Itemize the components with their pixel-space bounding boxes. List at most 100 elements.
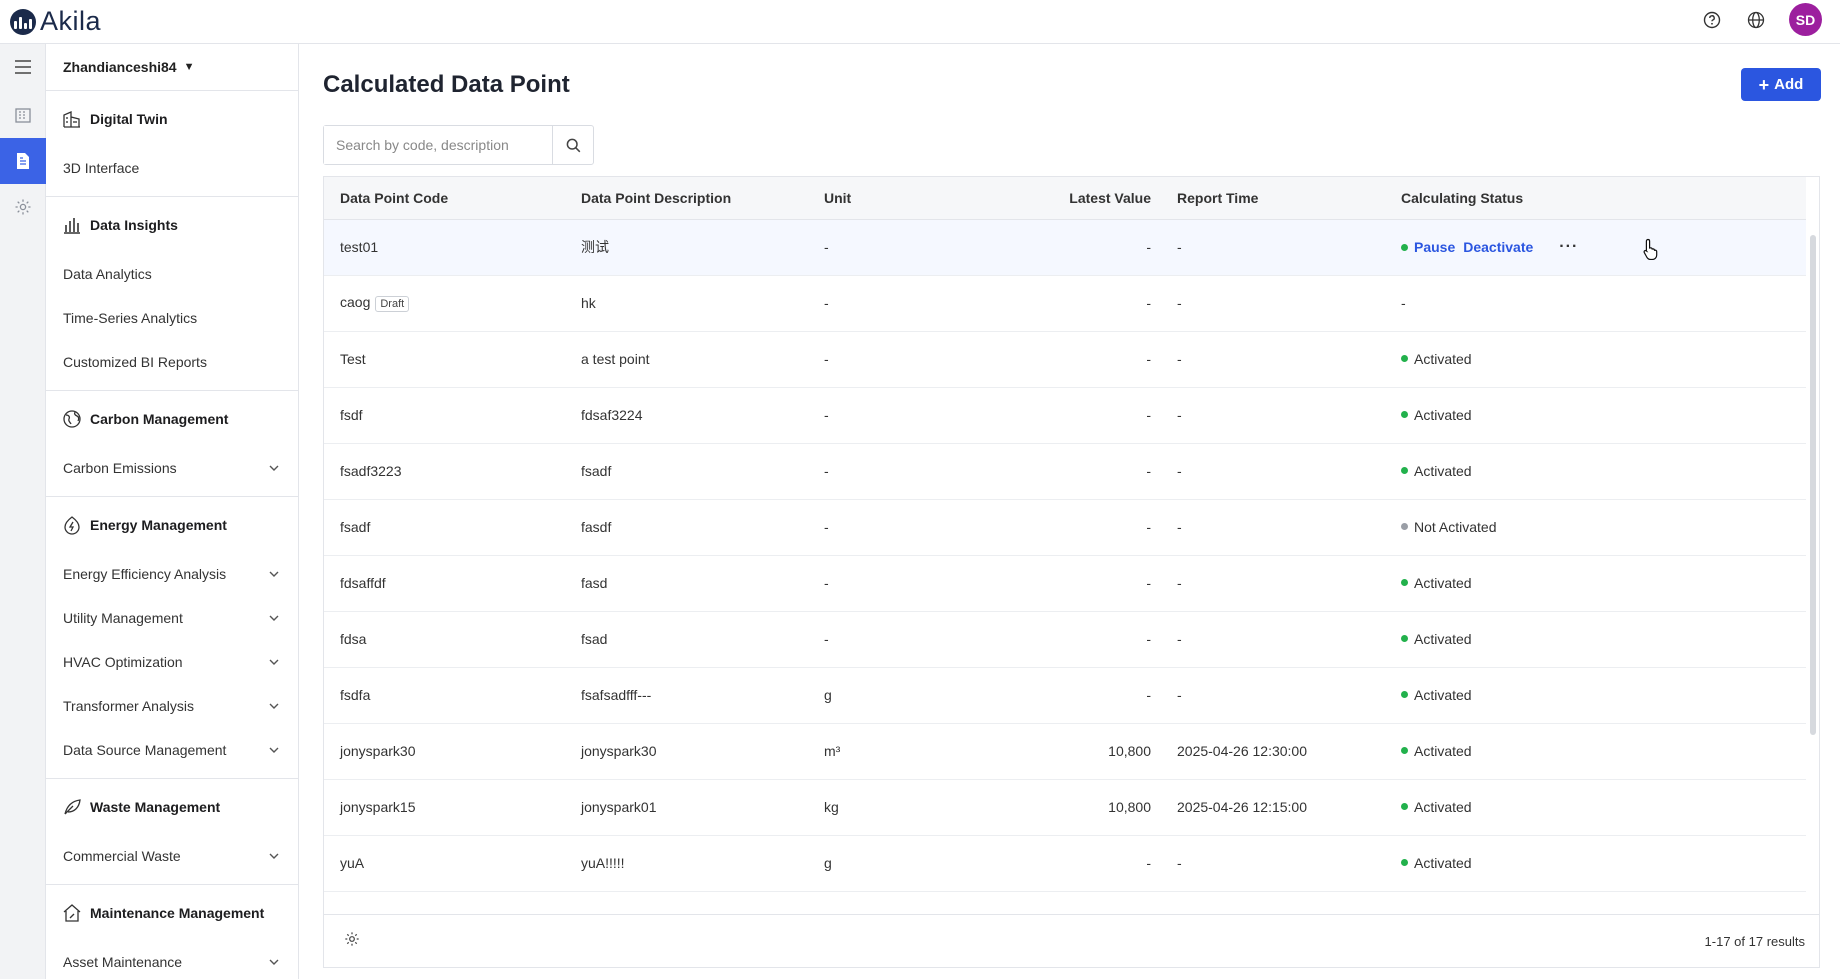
cell-description: fsadf bbox=[581, 443, 824, 500]
cell-latest-value: - bbox=[984, 667, 1177, 724]
cell-latest-value: - bbox=[984, 331, 1177, 388]
cell-status: - bbox=[1401, 275, 1806, 332]
cell-description: fdsaf3224 bbox=[581, 387, 824, 444]
cell-status: Not Activated bbox=[1401, 499, 1806, 556]
code-text: jonyspark15 bbox=[340, 799, 416, 815]
leaf-icon bbox=[62, 797, 90, 817]
sidebar-section-label: Digital Twin bbox=[90, 110, 168, 127]
sidebar-item[interactable]: 3D Interface bbox=[46, 146, 298, 190]
search-input[interactable] bbox=[324, 126, 552, 164]
sidebar-item[interactable]: Customized BI Reports bbox=[46, 340, 298, 384]
search-icon[interactable] bbox=[552, 126, 593, 164]
cell-report-time: - bbox=[1177, 443, 1401, 500]
sidebar-item-label: Asset Maintenance bbox=[63, 954, 183, 970]
code-text: fsdfa bbox=[340, 687, 371, 703]
chevron-down-icon bbox=[269, 959, 279, 965]
sidebar-item[interactable]: Data Analytics bbox=[46, 252, 298, 296]
code-text: jonyspark30 bbox=[340, 743, 416, 759]
col-header-description[interactable]: Data Point Description bbox=[581, 177, 824, 220]
table-row[interactable]: fdsa fsad - - - Activated bbox=[324, 611, 1806, 668]
sidebar-item[interactable]: Data Source Management bbox=[46, 728, 298, 772]
sidebar-item[interactable]: Commercial Waste bbox=[46, 834, 298, 878]
table-row[interactable]: Test a test point - - - Activated bbox=[324, 331, 1806, 388]
cell-unit: - bbox=[824, 275, 984, 332]
cell-unit: - bbox=[824, 499, 984, 556]
cell-code: jonyspark30 bbox=[324, 723, 581, 780]
status-dot bbox=[1401, 635, 1408, 642]
table-scrollbar[interactable] bbox=[1810, 235, 1816, 735]
cell-description: fsafsadfff--- bbox=[581, 667, 824, 724]
cell-code: fsdfa bbox=[324, 667, 581, 724]
sidebar-section-label: Carbon Management bbox=[90, 410, 229, 427]
add-button[interactable]: + Add bbox=[1741, 68, 1821, 101]
deactivate-link[interactable]: Deactivate bbox=[1463, 239, 1533, 255]
document-nav-icon[interactable] bbox=[0, 138, 46, 184]
sidebar-item[interactable]: Carbon Emissions bbox=[46, 446, 298, 490]
status-dot bbox=[1401, 579, 1408, 586]
sidebar-item[interactable]: Time-Series Analytics bbox=[46, 296, 298, 340]
cell-report-time: - bbox=[1177, 555, 1401, 612]
menu-toggle-icon[interactable] bbox=[0, 44, 46, 90]
sidebar-section-label: Waste Management bbox=[90, 798, 221, 815]
table-row[interactable]: fsdf fdsaf3224- - - Activated bbox=[324, 387, 1806, 444]
cell-status: Activated bbox=[1401, 667, 1806, 724]
table-row[interactable]: fsdfa fsafsadfff--- g - - Activated bbox=[324, 667, 1806, 724]
col-header-report-time[interactable]: Report Time bbox=[1177, 177, 1401, 220]
col-header-latest-value[interactable]: Latest Value bbox=[984, 177, 1177, 220]
user-avatar[interactable]: SD bbox=[1789, 3, 1822, 36]
sidebar-item[interactable]: Asset Maintenance bbox=[46, 940, 298, 979]
table-row[interactable]: test01 测试 - - - Pause Deactivate ··· bbox=[324, 219, 1806, 276]
col-header-code[interactable]: Data Point Code bbox=[324, 177, 581, 220]
col-header-unit[interactable]: Unit bbox=[824, 177, 984, 220]
table-row[interactable]: fsadf3223 fsadf - - - Activated bbox=[324, 443, 1806, 500]
cell-unit: m³ bbox=[824, 723, 984, 780]
more-options-icon[interactable]: ··· bbox=[1559, 238, 1578, 256]
status-dot bbox=[1401, 243, 1408, 251]
sidebar-item[interactable]: Transformer Analysis bbox=[46, 684, 298, 728]
cell-status: Activated bbox=[1401, 443, 1806, 500]
sidebar-section-label: Maintenance Management bbox=[90, 904, 265, 921]
sidebar-item-label: Utility Management bbox=[63, 610, 183, 626]
cell-status: Activated bbox=[1401, 387, 1806, 444]
site-selector[interactable]: Zhandianceshi84 ▼ bbox=[46, 44, 298, 91]
cell-latest-value: - bbox=[984, 611, 1177, 668]
column-settings-icon[interactable] bbox=[344, 931, 360, 952]
status-dot bbox=[1401, 803, 1408, 810]
cell-latest-value: - bbox=[984, 891, 1177, 914]
sidebar-item[interactable]: HVAC Optimization bbox=[46, 640, 298, 684]
cell-status: Pause Deactivate ··· bbox=[1401, 219, 1806, 276]
cell-status: Activated bbox=[1401, 835, 1806, 892]
col-header-calculating-status[interactable]: Calculating Status bbox=[1401, 177, 1806, 220]
sidebar-item[interactable]: Utility Management bbox=[46, 596, 298, 640]
table-row[interactable]: fdsaffdf fasd - - - Activated bbox=[324, 555, 1806, 612]
building-nav-icon[interactable] bbox=[0, 92, 46, 138]
code-text: fsdf bbox=[340, 407, 363, 423]
status-dot bbox=[1401, 411, 1408, 418]
globe-icon[interactable] bbox=[1745, 9, 1767, 31]
table-row[interactable]: fsadf fasdf - - - Not Activated bbox=[324, 499, 1806, 556]
code-text: fdsaffdf bbox=[340, 575, 386, 591]
sidebar-section: Digital Twin 3D Interface bbox=[46, 91, 298, 197]
cell-code: fdsaffdf bbox=[324, 555, 581, 612]
table-row[interactable]: yuA yuA!!!!! g - - Activated bbox=[324, 835, 1806, 892]
pause-link[interactable]: Pause bbox=[1414, 239, 1455, 255]
table-row[interactable]: caog Draft hk - - - - bbox=[324, 275, 1806, 332]
help-icon[interactable] bbox=[1701, 9, 1723, 31]
table-row[interactable]: jonyspark15 jonyspark01 kg 10,800 2025-04-26… bbox=[324, 779, 1806, 836]
cell-status: Activated bbox=[1401, 555, 1806, 612]
top-bar: Akila SD bbox=[0, 0, 1840, 44]
table-row[interactable]: jonyspark30 jonyspark30 m³ 10,800 2025-04-26… bbox=[324, 723, 1806, 780]
settings-nav-icon[interactable] bbox=[0, 184, 46, 230]
sidebar-item-label: Time-Series Analytics bbox=[63, 310, 198, 326]
cell-code: fdsa bbox=[324, 611, 581, 668]
table-row[interactable]: jony038jony038......111L--Activated bbox=[324, 891, 1806, 914]
sidebar-item-label: Commercial Waste bbox=[63, 848, 181, 864]
cell-unit: g bbox=[824, 667, 984, 724]
sidebar-section-label: Data Insights bbox=[90, 216, 178, 233]
sidebar-item[interactable]: Energy Efficiency Analysis bbox=[46, 552, 298, 596]
app-logo[interactable]: Akila bbox=[10, 6, 101, 37]
search-box bbox=[323, 125, 594, 165]
sidebar-section-title: Maintenance Management bbox=[46, 885, 298, 940]
cell-unit: - bbox=[824, 331, 984, 388]
sidebar-item-label: Data Analytics bbox=[63, 266, 152, 282]
